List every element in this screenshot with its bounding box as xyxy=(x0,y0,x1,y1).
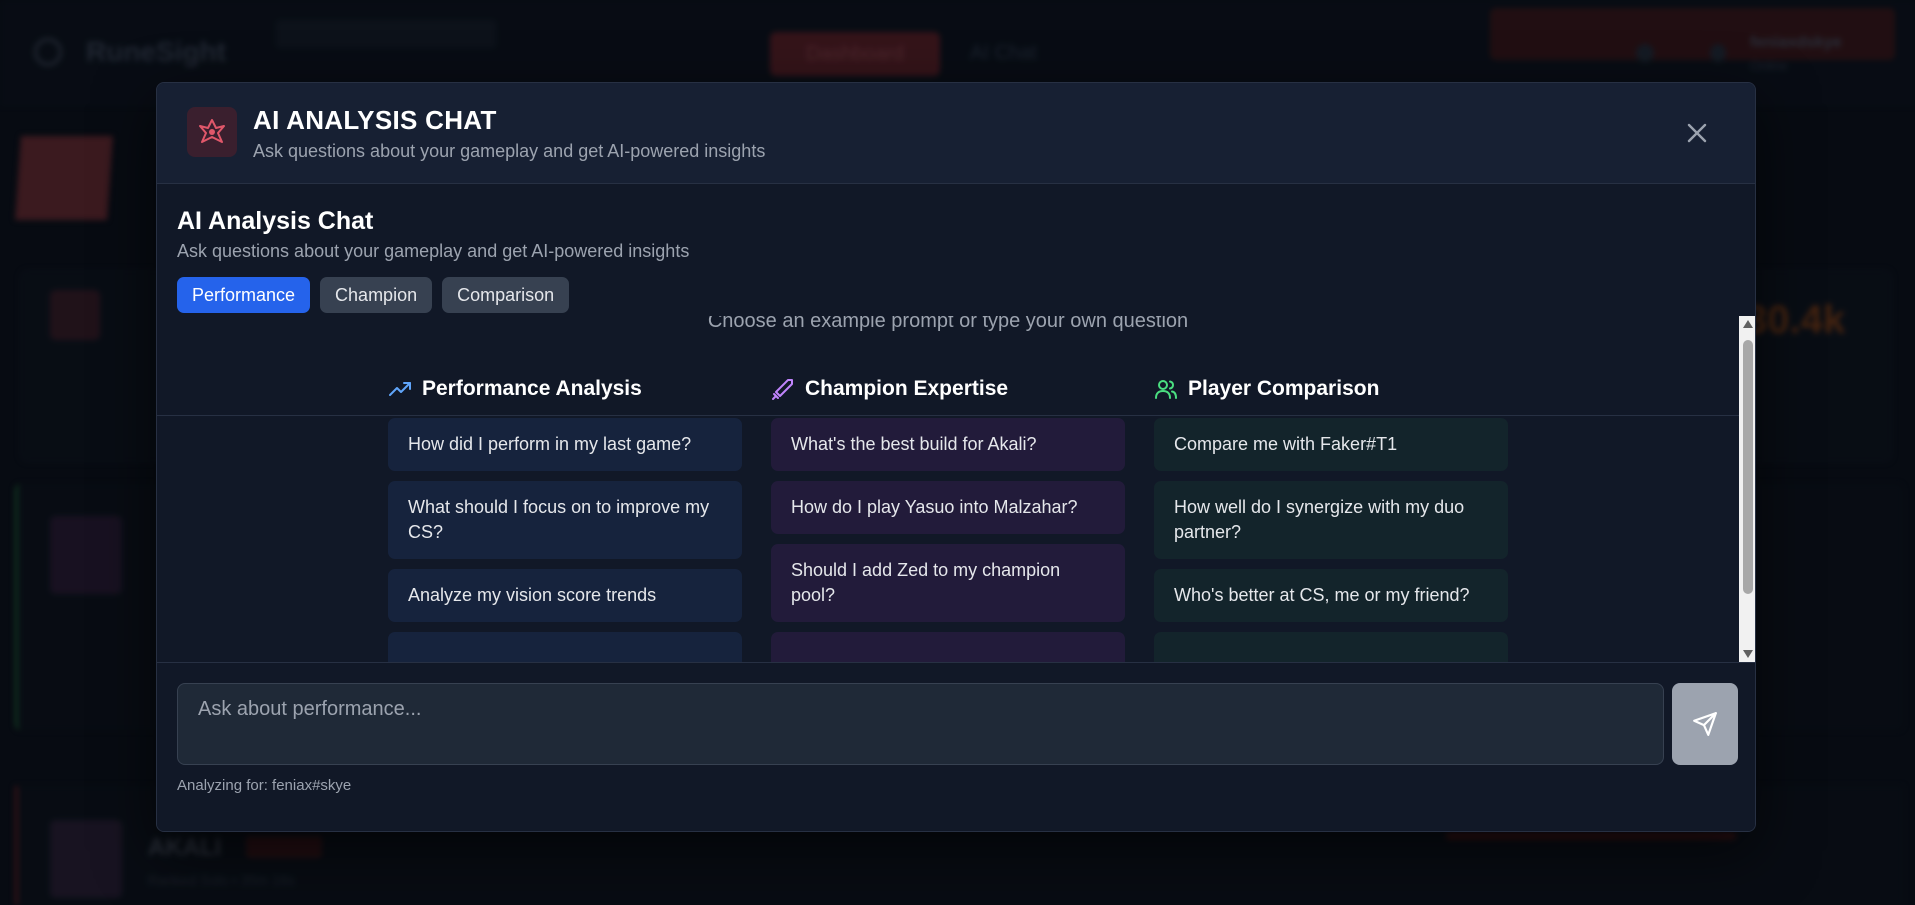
example-prompt[interactable] xyxy=(388,632,742,662)
chat-input[interactable] xyxy=(177,683,1664,765)
example-prompt[interactable]: How did I perform in my last game? xyxy=(388,418,742,471)
column-title: Performance Analysis xyxy=(422,377,642,400)
scrollbar[interactable] xyxy=(1739,316,1755,662)
example-prompt[interactable] xyxy=(1154,632,1508,662)
analyzing-for-label: Analyzing for: feniax#skye xyxy=(177,777,352,794)
performance-analysis-column: Performance Analysis How did I perform i… xyxy=(388,374,742,662)
scroll-down-arrow-icon[interactable] xyxy=(1743,650,1753,658)
example-prompt[interactable]: What should I focus on to improve my CS? xyxy=(388,481,742,559)
close-icon xyxy=(1687,123,1707,143)
trending-up-icon xyxy=(389,382,411,396)
send-button[interactable] xyxy=(1672,683,1738,765)
example-prompt[interactable]: Analyze my vision score trends xyxy=(388,569,742,622)
scrollbar-thumb[interactable] xyxy=(1743,340,1753,594)
example-prompt[interactable]: Compare me with Faker#T1 xyxy=(1154,418,1508,471)
example-prompt[interactable] xyxy=(771,632,1125,662)
modal-header: AI ANALYSIS CHAT Ask questions about you… xyxy=(157,83,1755,184)
category-tabs: Performance Champion Comparison xyxy=(177,277,570,313)
example-prompt[interactable]: Who's better at CS, me or my friend? xyxy=(1154,569,1508,622)
close-button[interactable] xyxy=(1681,117,1713,149)
example-prompt[interactable]: Should I add Zed to my champion pool? xyxy=(771,544,1125,622)
sword-icon xyxy=(772,379,793,400)
chat-footer: Analyzing for: feniax#skye xyxy=(157,662,1755,831)
example-prompt[interactable]: How do I play Yasuo into Malzahar? xyxy=(771,481,1125,534)
modal-subtitle: Ask questions about your gameplay and ge… xyxy=(253,141,766,161)
rune-logo-icon xyxy=(187,107,237,157)
column-title: Champion Expertise xyxy=(805,377,1009,400)
column-header: Performance Analysis xyxy=(388,374,742,404)
tab-champion[interactable]: Champion xyxy=(320,277,433,313)
column-header: Champion Expertise xyxy=(771,374,1125,404)
send-icon xyxy=(1693,712,1717,736)
scroll-up-arrow-icon[interactable] xyxy=(1743,320,1753,328)
column-header: Player Comparison xyxy=(1154,374,1508,404)
tab-performance[interactable]: Performance xyxy=(177,277,311,313)
users-icon xyxy=(1155,380,1177,399)
player-comparison-column: Player Comparison Compare me with Faker#… xyxy=(1154,374,1508,662)
ai-chat-modal: AI ANALYSIS CHAT Ask questions about you… xyxy=(156,82,1756,832)
example-prompt[interactable]: How well do I synergize with my duo part… xyxy=(1154,481,1508,559)
section-subtitle: Ask questions about your gameplay and ge… xyxy=(177,241,690,261)
example-prompt[interactable]: What's the best build for Akali? xyxy=(771,418,1125,471)
example-prompts-area[interactable]: Choose an example prompt or type your ow… xyxy=(157,316,1739,662)
section-title: AI Analysis Chat xyxy=(177,207,374,235)
tab-comparison[interactable]: Comparison xyxy=(442,277,570,313)
column-title: Player Comparison xyxy=(1188,377,1380,400)
modal-title: AI ANALYSIS CHAT xyxy=(253,105,497,135)
champion-expertise-column: Champion Expertise What's the best build… xyxy=(771,374,1125,662)
prompts-intro: Choose an example prompt or type your ow… xyxy=(707,316,1189,332)
